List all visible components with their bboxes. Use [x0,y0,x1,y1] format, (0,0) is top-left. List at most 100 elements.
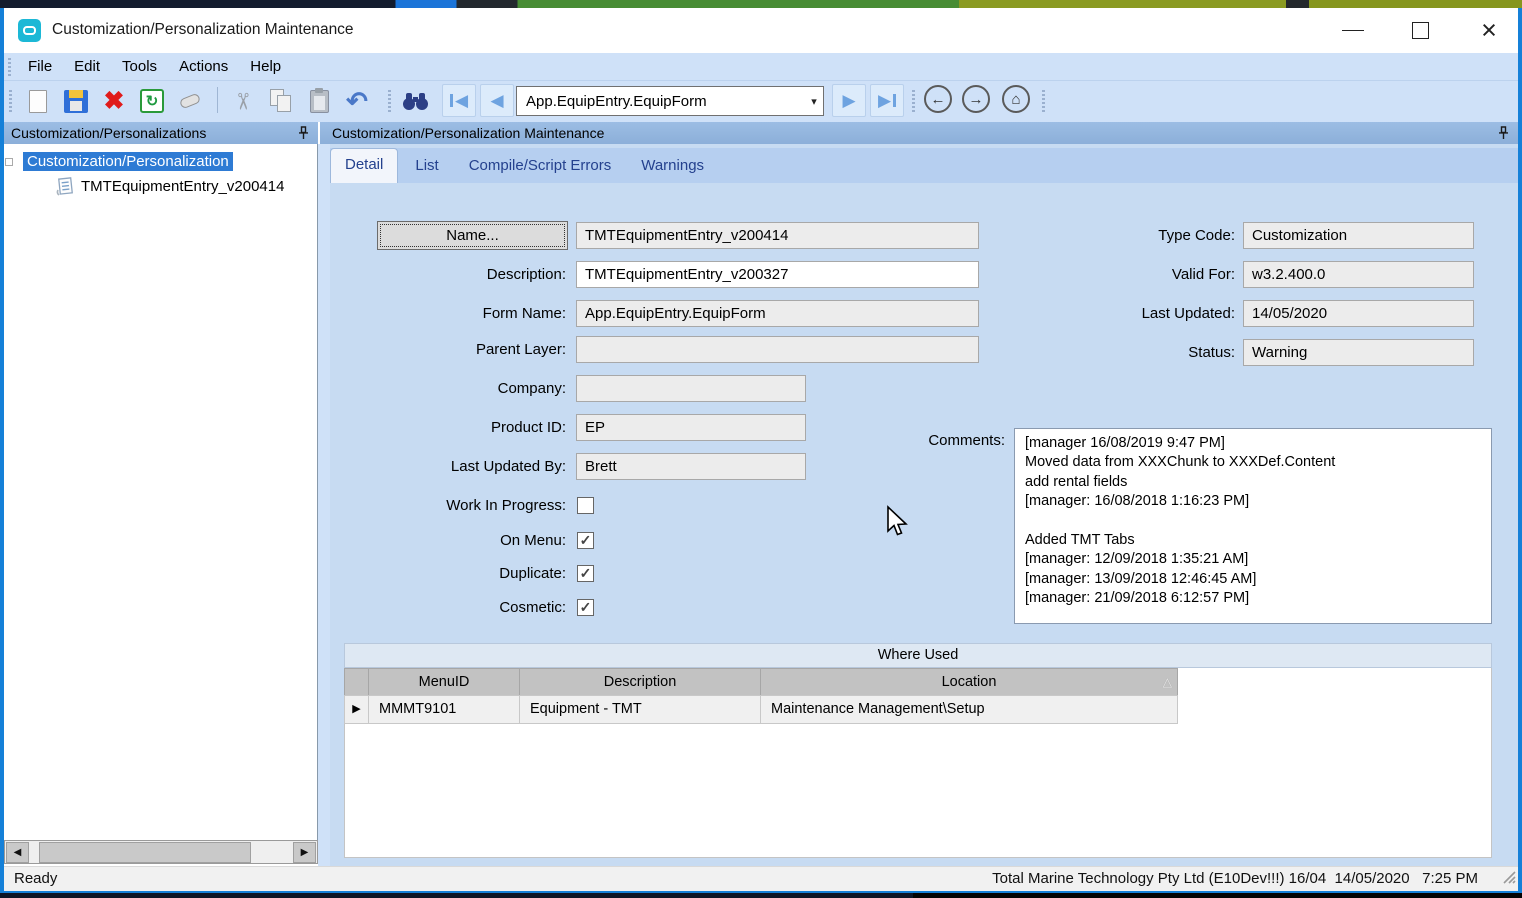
new-button[interactable] [21,84,55,118]
tree-collapse-icon[interactable] [5,158,13,166]
toolbar: ✖ ↻ ✂ ↶ ◀ ◀ App.EquipEntry.EquipForm ▾ ▶… [4,80,1518,122]
scroll-left-button[interactable]: ◀ [6,842,29,863]
find-button[interactable] [398,84,432,118]
column-header-description[interactable]: Description [519,668,761,696]
menubar-grip[interactable] [8,58,11,76]
last-updated-by-label: Last Updated By: [346,453,566,481]
tab-warnings[interactable]: Warnings [626,149,719,183]
duplicate-checkbox[interactable]: ✓ [577,565,594,582]
tab-list[interactable]: List [400,149,453,183]
tree-horizontal-scrollbar[interactable]: ◀ ▶ [4,840,318,864]
tab-compile-script-errors[interactable]: Compile/Script Errors [454,149,627,183]
row-selector-cell[interactable]: ▶ [344,695,369,724]
maximize-button[interactable] [1397,8,1443,53]
cell-description[interactable]: Equipment - TMT [519,695,761,724]
toolbar-grip[interactable] [1042,90,1045,112]
description-field[interactable]: TMTEquipmentEntry_v200327 [576,261,979,288]
comments-field[interactable]: [manager 16/08/2019 9:47 PM] Moved data … [1014,428,1492,624]
close-button[interactable]: × [1466,8,1512,53]
previous-record-button[interactable]: ◀ [480,84,514,117]
company-field [576,375,806,402]
scroll-right-button[interactable]: ▶ [293,842,316,863]
tree-panel: Customization/Personalization TMTEquipme… [4,144,318,840]
product-id-field: EP [576,414,806,441]
name-field: TMTEquipmentEntry_v200414 [576,222,979,249]
last-updated-by-field: Brett [576,453,806,480]
toolbar-grip[interactable] [912,90,915,112]
work-in-progress-checkbox[interactable] [577,497,594,514]
form-selector-value: App.EquipEntry.EquipForm [517,93,805,110]
window-border-right [1518,8,1522,893]
delete-icon: ✖ [104,89,125,114]
panel-splitter[interactable] [318,144,330,866]
tree-item-customization[interactable]: TMTEquipmentEntry_v200414 [56,177,284,196]
next-record-button[interactable]: ▶ [832,84,866,117]
back-arrow-icon: ← [931,91,946,108]
product-id-label: Product ID: [346,414,566,442]
home-button[interactable]: ⌂ [1002,85,1030,113]
menu-help[interactable]: Help [239,58,292,75]
tree-child-label[interactable]: TMTEquipmentEntry_v200414 [81,178,284,195]
cut-button[interactable]: ✂ [226,84,260,118]
undo-icon: ↶ [346,88,368,114]
status-company-datetime: Total Marine Technology Pty Ltd (E10Dev!… [992,870,1478,887]
refresh-icon: ↻ [140,89,164,113]
pin-icon[interactable] [298,126,309,143]
last-record-icon [893,94,896,107]
desktop-background-bottom [0,893,1522,898]
duplicate-label: Duplicate: [346,560,566,588]
tree-root-label[interactable]: Customization/Personalization [23,152,233,171]
type-code-label: Type Code: [1015,222,1235,250]
comments-label: Comments: [785,427,1005,455]
chevron-down-icon[interactable]: ▾ [805,87,823,115]
column-header-menuid[interactable]: MenuID [368,668,520,696]
save-button[interactable] [59,84,93,118]
menu-actions[interactable]: Actions [168,58,239,75]
toolbar-grip[interactable] [388,90,391,112]
copy-icon [269,89,293,113]
undo-button[interactable]: ↶ [340,84,374,118]
minimize-button[interactable] [1330,8,1376,53]
delete-button[interactable]: ✖ [97,84,131,118]
menu-bar: File Edit Tools Actions Help [4,53,1518,80]
tree-item-root[interactable]: Customization/Personalization [4,152,233,171]
cell-menuid[interactable]: MMMT9101 [368,695,520,724]
valid-for-field: w3.2.400.0 [1243,261,1474,288]
first-record-button[interactable]: ◀ [442,84,476,117]
on-menu-label: On Menu: [346,527,566,555]
first-record-icon [450,94,453,107]
name-button[interactable]: Name... [377,221,568,250]
resize-grip-icon[interactable] [1500,868,1516,889]
tree-panel-title: Customization/Personalizations [11,125,206,141]
toolbar-grip[interactable] [9,90,12,112]
tab-detail[interactable]: Detail [330,148,398,183]
scrollbar-thumb[interactable] [39,842,251,863]
binoculars-icon [402,91,429,111]
menu-edit[interactable]: Edit [63,58,111,75]
window-title: Customization/Personalization Maintenanc… [52,21,354,39]
copy-button[interactable] [264,84,298,118]
on-menu-checkbox[interactable]: ✓ [577,532,594,549]
next-record-icon: ▶ [842,92,855,109]
forward-arrow-icon: → [969,91,984,108]
desktop-background-top [0,0,1522,8]
form-selector-combobox[interactable]: App.EquipEntry.EquipForm ▾ [516,86,824,116]
paste-button[interactable] [302,84,336,118]
column-header-location[interactable]: Location △ [760,668,1178,696]
cosmetic-label: Cosmetic: [346,594,566,622]
menu-file[interactable]: File [17,58,63,75]
menu-tools[interactable]: Tools [111,58,168,75]
pin-icon[interactable] [1498,126,1509,143]
last-record-button[interactable]: ▶ [870,84,904,117]
title-bar: Customization/Personalization Maintenanc… [4,8,1518,53]
back-button[interactable]: ← [924,85,952,113]
cell-location[interactable]: Maintenance Management\Setup [760,695,1178,724]
cosmetic-checkbox[interactable]: ✓ [577,599,594,616]
form-name-label: Form Name: [346,300,566,328]
clear-button[interactable] [173,84,207,118]
forward-button[interactable]: → [962,85,990,113]
where-used-caption: Where Used [344,643,1492,668]
parent-layer-label: Parent Layer: [346,336,566,364]
refresh-button[interactable]: ↻ [135,84,169,118]
toolbar-separator [217,87,218,113]
